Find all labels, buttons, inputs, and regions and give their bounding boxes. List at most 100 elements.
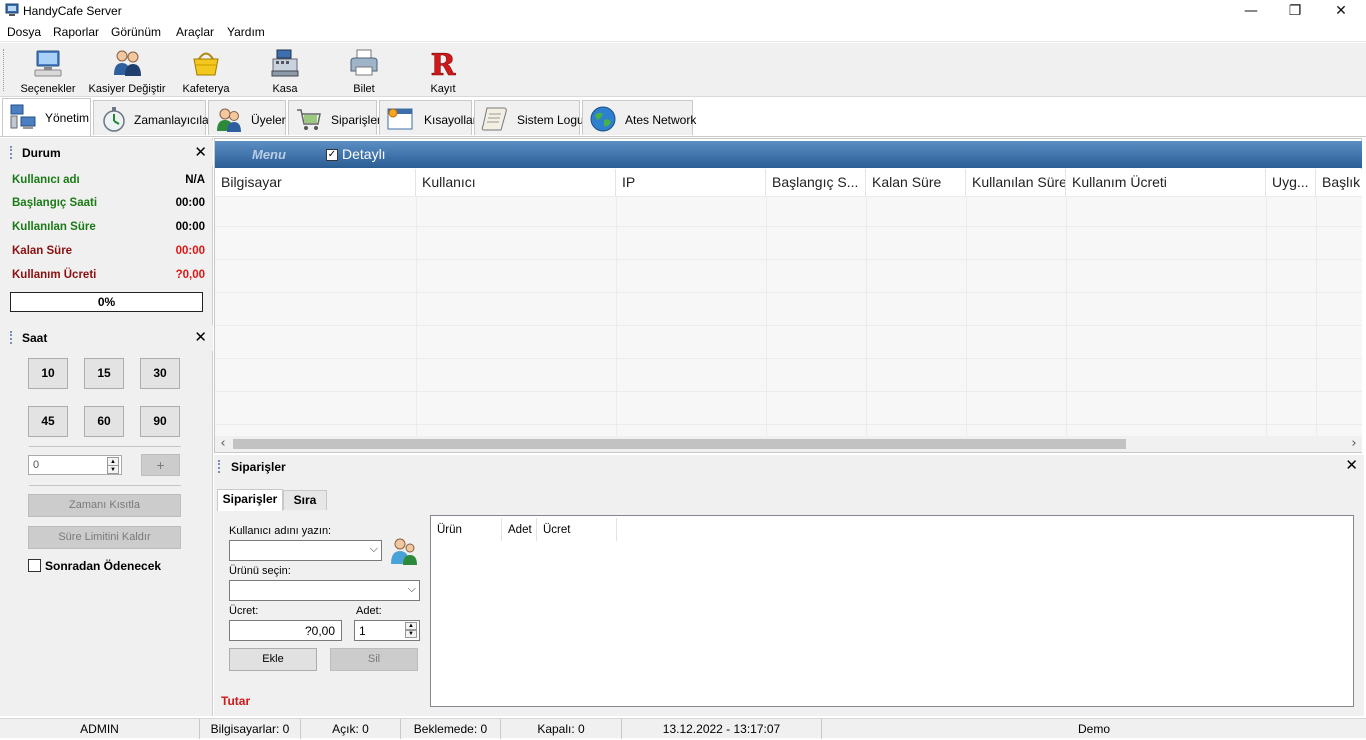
price-input[interactable]: ?0,00	[229, 620, 342, 641]
kayit-button[interactable]: R Kayıt	[413, 47, 473, 97]
restore-button[interactable]: ❐	[1272, 0, 1318, 22]
column-header[interactable]: Bilgisayar	[215, 169, 416, 196]
list-column-header[interactable]: Adet	[502, 518, 537, 541]
saat-close-icon[interactable]: ✕	[194, 328, 207, 346]
left-panel: Durum ✕ Kullanıcı adı N/A Başlangıç Saat…	[0, 138, 213, 716]
toolbar-grip[interactable]	[3, 49, 5, 91]
stat-value: ?0,00	[175, 269, 205, 281]
detailed-label: Detaylı	[342, 146, 386, 162]
product-combo[interactable]: ⌵	[229, 580, 420, 601]
stat-value: 00:00	[175, 245, 205, 257]
column-header[interactable]: Kalan Süre	[866, 169, 966, 196]
tab-zamanlayicilar[interactable]: Zamanlayıcılar	[93, 100, 213, 135]
tab-label: Üyeler	[251, 113, 286, 127]
menu-dosya[interactable]: Dosya	[7, 25, 41, 39]
status-waiting: Beklemede: 0	[401, 719, 501, 739]
close-button[interactable]: ✕	[1318, 0, 1364, 22]
tab-label: Yönetim	[45, 111, 90, 125]
shortcut-window-icon	[387, 108, 413, 130]
printer-icon	[350, 49, 378, 76]
menu-raporlar[interactable]: Raporlar	[53, 25, 99, 39]
stat-label: Kullanım Ücreti	[12, 269, 97, 281]
scroll-left-icon[interactable]: ‹	[215, 436, 231, 452]
grid-menu-button[interactable]: Menu	[252, 147, 286, 162]
grid-horizontal-scrollbar[interactable]: ‹ ›	[215, 436, 1362, 452]
menu-araclar[interactable]: Araçlar	[176, 25, 214, 39]
durum-title: Durum	[22, 146, 61, 160]
kafeterya-button[interactable]: Kafeterya	[176, 47, 236, 97]
column-header[interactable]: Kullanıcı	[416, 169, 616, 196]
total-label: Tutar	[221, 694, 251, 708]
column-header[interactable]: Kullanım Ücreti	[1066, 169, 1266, 196]
tab-sistem-logu[interactable]: Sistem Logu	[474, 100, 584, 135]
remove-limit-button[interactable]: Süre Limitini Kaldır	[28, 526, 181, 549]
users-icon	[114, 50, 141, 76]
panel-grip[interactable]	[10, 146, 12, 159]
preset-30-button[interactable]: 30	[140, 358, 180, 389]
add-order-button[interactable]: Ekle	[229, 648, 317, 671]
app-icon	[5, 3, 19, 16]
order-items-list[interactable]: Ürün Adet Ücret	[430, 515, 1354, 707]
delete-order-button[interactable]: Sil	[330, 648, 418, 671]
column-header[interactable]: Başlangıç S...	[766, 169, 866, 196]
window-title: HandyCafe Server	[23, 4, 122, 18]
username-label: Kullanıcı adını yazın:	[229, 525, 332, 537]
preset-15-button[interactable]: 15	[84, 358, 124, 389]
tab-label: Ates Network	[625, 113, 697, 127]
qty-down-icon[interactable]: ▼	[405, 630, 417, 638]
kasiyer-degistir-label: Kasiyer Değiştir	[88, 83, 166, 95]
bilet-button[interactable]: Bilet	[334, 47, 394, 97]
minutes-stepper[interactable]: 0 ▲ ▼	[28, 455, 122, 475]
durum-close-icon[interactable]: ✕	[194, 143, 207, 161]
grid-line	[766, 196, 767, 436]
panel-grip[interactable]	[10, 331, 12, 344]
tab-queue[interactable]: Sıra	[283, 490, 327, 510]
status-computers: Bilgisayarlar: 0	[200, 719, 301, 739]
preset-60-button[interactable]: 60	[84, 406, 124, 437]
menu-yardim[interactable]: Yardım	[227, 25, 265, 39]
column-header[interactable]: Kullanılan Süre	[966, 169, 1066, 196]
minimize-button[interactable]: —	[1228, 0, 1274, 22]
preset-45-button[interactable]: 45	[28, 406, 68, 437]
scroll-right-icon[interactable]: ›	[1346, 436, 1362, 452]
column-header[interactable]: IP	[616, 169, 766, 196]
list-column-header[interactable]: Ürün	[431, 518, 502, 541]
scrollbar-thumb[interactable]	[233, 439, 1126, 449]
username-combo[interactable]: ⌵	[229, 540, 382, 561]
kasiyer-degistir-button[interactable]: Kasiyer Değiştir	[88, 47, 166, 97]
tab-label: Zamanlayıcılar	[134, 113, 213, 127]
kasa-button[interactable]: Kasa	[255, 47, 315, 97]
stepper-down-icon[interactable]: ▼	[107, 465, 119, 474]
preset-10-button[interactable]: 10	[28, 358, 68, 389]
detailed-checkbox[interactable]: ✓	[326, 149, 338, 161]
chevron-down-icon: ⌵	[369, 542, 378, 555]
cash-register-icon	[271, 49, 299, 77]
product-label: Ürünü seçin:	[229, 565, 291, 577]
find-user-icon[interactable]	[388, 536, 420, 566]
price-value: ?0,00	[304, 624, 335, 638]
secenekler-button[interactable]: Seçenekler	[18, 47, 78, 97]
list-column-header[interactable]: Ücret	[537, 518, 617, 541]
grid-line	[215, 196, 1362, 197]
title-bar: HandyCafe Server — ❐ ✕	[0, 0, 1366, 22]
stat-value: 00:00	[175, 221, 205, 233]
tab-siparisler[interactable]: Siparişler	[288, 100, 381, 135]
menu-gorunum[interactable]: Görünüm	[111, 25, 161, 39]
orders-close-icon[interactable]: ✕	[1345, 456, 1358, 474]
tab-ates-network[interactable]: Ates Network	[582, 100, 697, 135]
tab-yonetim[interactable]: Yönetim	[2, 98, 91, 136]
tab-uyeler[interactable]: Üyeler	[208, 100, 286, 135]
pay-later-checkbox[interactable]	[28, 559, 41, 572]
quantity-stepper[interactable]: 1 ▲ ▼	[354, 620, 420, 641]
column-header[interactable]: Uyg...	[1266, 169, 1316, 196]
grid-line	[416, 196, 417, 436]
limit-time-button[interactable]: Zamanı Kısıtla	[28, 494, 181, 517]
tab-orders[interactable]: Siparişler	[217, 489, 283, 511]
qty-up-icon[interactable]: ▲	[405, 622, 417, 630]
tab-kisayollar[interactable]: Kısayollar	[379, 100, 477, 135]
grid-body	[215, 196, 1362, 436]
panel-grip[interactable]	[218, 460, 220, 473]
add-minutes-button[interactable]: +	[141, 454, 180, 476]
preset-90-button[interactable]: 90	[140, 406, 180, 437]
column-header[interactable]: Başlık	[1316, 169, 1362, 196]
